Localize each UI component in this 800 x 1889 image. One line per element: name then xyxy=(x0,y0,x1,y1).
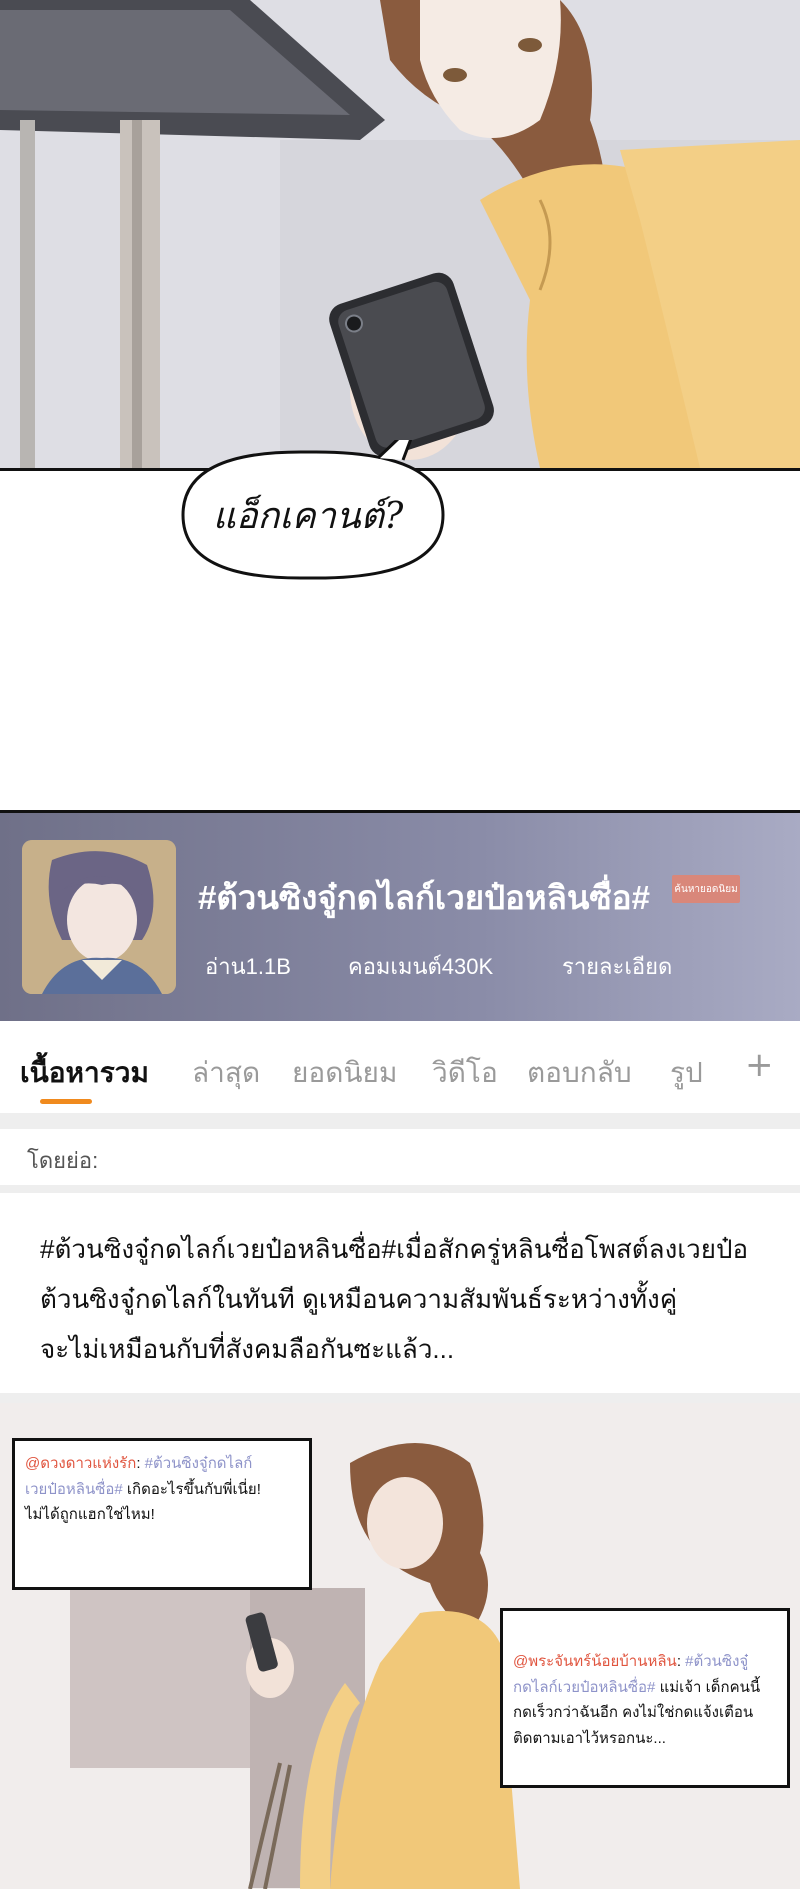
comment-text: ไม่ได้ถูกแฮกใช่ไหม! xyxy=(25,1506,155,1523)
speech-bubble-text: แอ็กเคานต์? xyxy=(212,495,404,537)
summary-line: #ต้วนซิงจู๋กดไลก์เวยป๋อหลินซื่อ#เมื่อสัก… xyxy=(40,1234,749,1264)
comment-text: กดเร็วกว่าฉันอีก คงไม่ใช่กดแจ้งเตือน xyxy=(513,1704,754,1721)
read-count: อ่าน1.1B xyxy=(205,954,291,979)
add-tab-icon[interactable]: + xyxy=(745,1045,774,1085)
tab-all[interactable]: เนื้อหารวม xyxy=(20,1051,149,1095)
active-tab-indicator xyxy=(40,1099,92,1104)
comment-count: คอมเมนต์430K xyxy=(348,954,494,979)
comment-text: เกิดอะไรขึ้นกับพี่เนี่ย! xyxy=(126,1480,261,1498)
comment-hashtag: #ต้วนซิงจู๋กดไลก์ xyxy=(144,1455,253,1472)
tab-video[interactable]: วิดีโอ xyxy=(432,1051,498,1095)
tab-replies[interactable]: ตอบกลับ xyxy=(527,1051,632,1095)
comment-username: @พระจันทร์น้อยบ้านหลิน xyxy=(513,1653,677,1670)
summary-line: จะไม่เหมือนกับที่สังคมลือกันซะแล้ว... xyxy=(40,1334,455,1364)
summary-header: โดยย่อ: xyxy=(0,1129,800,1185)
comic-illustration-top xyxy=(0,0,800,468)
topic-header-card[interactable]: #ต้วนซิงจู๋กดไลก์เวยป๋อหลินซื่อ# ค้นหายอ… xyxy=(0,813,800,1021)
section-gap xyxy=(0,1393,800,1403)
tab-latest[interactable]: ล่าสุด xyxy=(192,1051,260,1095)
comment-hashtag: เวยป๋อหลินซื่อ# xyxy=(25,1480,123,1498)
comment-hashtag: กดไลก์เวยป๋อหลินซื่อ# xyxy=(513,1678,656,1696)
tab-photos[interactable]: รูป xyxy=(670,1051,703,1095)
comment-text: แม่เจ้า เด็กคนนี้ xyxy=(659,1678,761,1696)
comment-hashtag: #ต้วนซิงจู๋ xyxy=(685,1653,749,1670)
topic-tabs: เนื้อหารวม ล่าสุด ยอดนิยม วิดีโอ ตอบกลับ… xyxy=(0,1021,800,1113)
tab-popular[interactable]: ยอดนิยม xyxy=(292,1051,397,1095)
comic-panel-top xyxy=(0,0,800,471)
summary-body: #ต้วนซิงจู๋กดไลก์เวยป๋อหลินซื่อ#เมื่อสัก… xyxy=(0,1193,800,1393)
comment-bubble: @ดวงดาวแห่งรัก: #ต้วนซิงจู๋กดไลก์ เวยป๋อ… xyxy=(12,1438,312,1590)
section-gap xyxy=(0,1185,800,1193)
comic-panel-bottom: @ดวงดาวแห่งรัก: #ต้วนซิงจู๋กดไลก์ เวยป๋อ… xyxy=(0,1403,800,1889)
hot-search-badge: ค้นหายอดนิยม xyxy=(672,875,740,903)
details-link[interactable]: รายละเอียด xyxy=(562,949,672,984)
comment-username: @ดวงดาวแห่งรัก xyxy=(25,1455,137,1472)
comment-text: ติดตามเอาไว้หรอกนะ... xyxy=(513,1729,666,1747)
comment-bubble: @พระจันทร์น้อยบ้านหลิน: #ต้วนซิงจู๋ กดไล… xyxy=(500,1608,790,1788)
summary-label: โดยย่อ: xyxy=(27,1148,99,1173)
topic-title: #ต้วนซิงจู๋กดไลก์เวยป๋อหลินซื่อ# xyxy=(198,879,650,916)
summary-line: ต้วนซิงจู๋กดไลก์ในทันที ดูเหมือนความสัมพ… xyxy=(40,1284,678,1314)
avatar xyxy=(22,840,176,994)
topic-thumbnail[interactable] xyxy=(22,840,176,994)
section-gap xyxy=(0,1113,800,1129)
